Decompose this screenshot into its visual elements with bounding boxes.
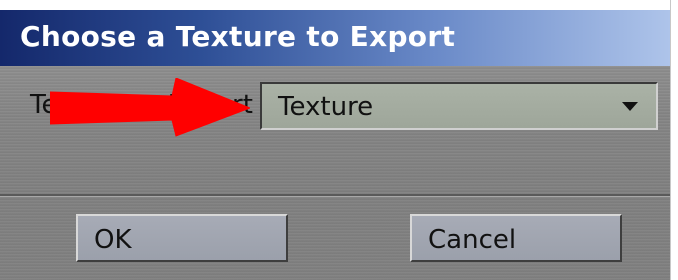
- cancel-button-label: Cancel: [428, 225, 517, 255]
- ok-button-label: OK: [94, 225, 132, 255]
- ok-button[interactable]: OK: [76, 214, 288, 262]
- red-arrow-shape: [50, 78, 250, 137]
- dialog-title: Choose a Texture to Export: [20, 20, 456, 53]
- chevron-down-icon[interactable]: [622, 102, 638, 111]
- export-texture-dialog: Choose a Texture to Export Texture to Ex…: [0, 0, 678, 280]
- texture-select-value: Texture: [278, 92, 374, 122]
- window-edge: [670, 0, 678, 280]
- cancel-button[interactable]: Cancel: [410, 214, 622, 262]
- red-arrow-icon: [50, 78, 250, 137]
- texture-select-dropdown[interactable]: Texture: [260, 82, 658, 130]
- title-bar[interactable]: Choose a Texture to Export: [0, 10, 670, 66]
